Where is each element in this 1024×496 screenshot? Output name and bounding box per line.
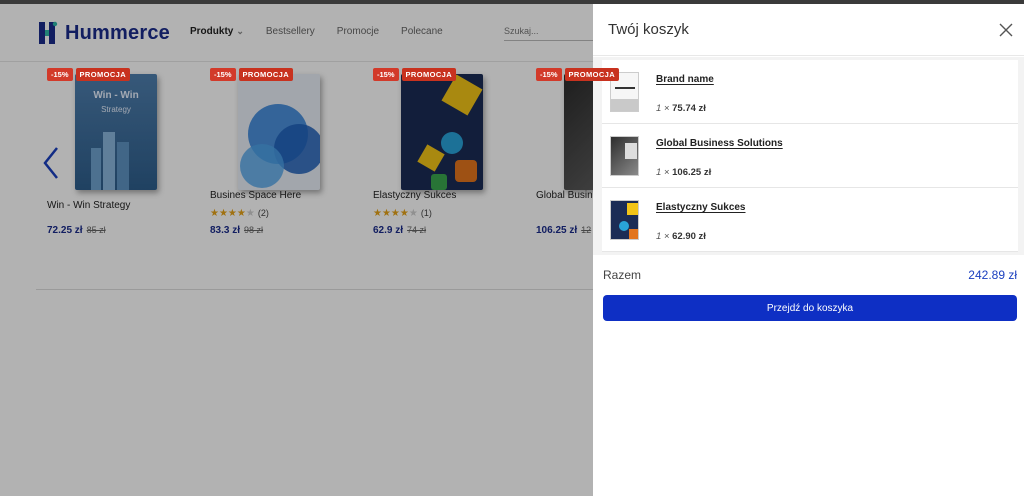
promo-badge: PROMOCJA [401,68,457,81]
badges: -15% PROMOCJA [210,68,294,81]
qty-separator: × [663,231,670,242]
discount-badge: -15% [373,68,399,81]
total-label: Razem [603,268,642,282]
item-name[interactable]: Global Business Solutions [656,138,783,149]
discount-badge: -15% [210,68,236,81]
item-thumbnail[interactable] [610,200,639,240]
item-qty: 1 [656,167,662,178]
close-icon[interactable] [999,23,1013,37]
item-quantity-price: 1 × 106.25 zł [656,167,711,178]
cart-header: Twój koszyk [593,4,1024,56]
item-name[interactable]: Brand name [656,74,714,85]
cart-title: Twój koszyk [608,21,689,38]
cart-item: Elastyczny Sukces 1 × 62.90 zł [602,188,1018,252]
item-price: 75.74 zł [672,103,706,114]
discount-badge: -15% [47,68,73,81]
badges: -15% PROMOCJA [47,68,131,81]
badges: -15% PROMOCJA [373,68,457,81]
total-value: 242.89 zł [968,268,1017,282]
item-thumbnail[interactable] [610,136,639,176]
item-qty: 1 [656,103,662,114]
item-qty: 1 [656,231,662,242]
badges: -15% PROMOCJA [536,68,620,81]
promo-badge: PROMOCJA [564,68,620,81]
cart-item: Brand name 1 × 75.74 zł [602,60,1018,124]
item-quantity-price: 1 × 75.74 zł [656,103,706,114]
cart-item: Global Business Solutions 1 × 106.25 zł [602,124,1018,188]
item-price: 106.25 zł [672,167,712,178]
promo-badge: PROMOCJA [238,68,294,81]
item-quantity-price: 1 × 62.90 zł [656,231,706,242]
item-name[interactable]: Elastyczny Sukces [656,202,746,213]
qty-separator: × [663,167,670,178]
checkout-button[interactable]: Przejdź do koszyka [603,295,1017,321]
cart-drawer: Twój koszyk Brand name 1 × 75.74 zł Glob… [593,4,1024,496]
discount-badge: -15% [536,68,562,81]
cart-items-list: Brand name 1 × 75.74 zł Global Business … [593,57,1024,255]
qty-separator: × [663,103,670,114]
promo-badge: PROMOCJA [75,68,131,81]
item-price: 62.90 zł [672,231,706,242]
